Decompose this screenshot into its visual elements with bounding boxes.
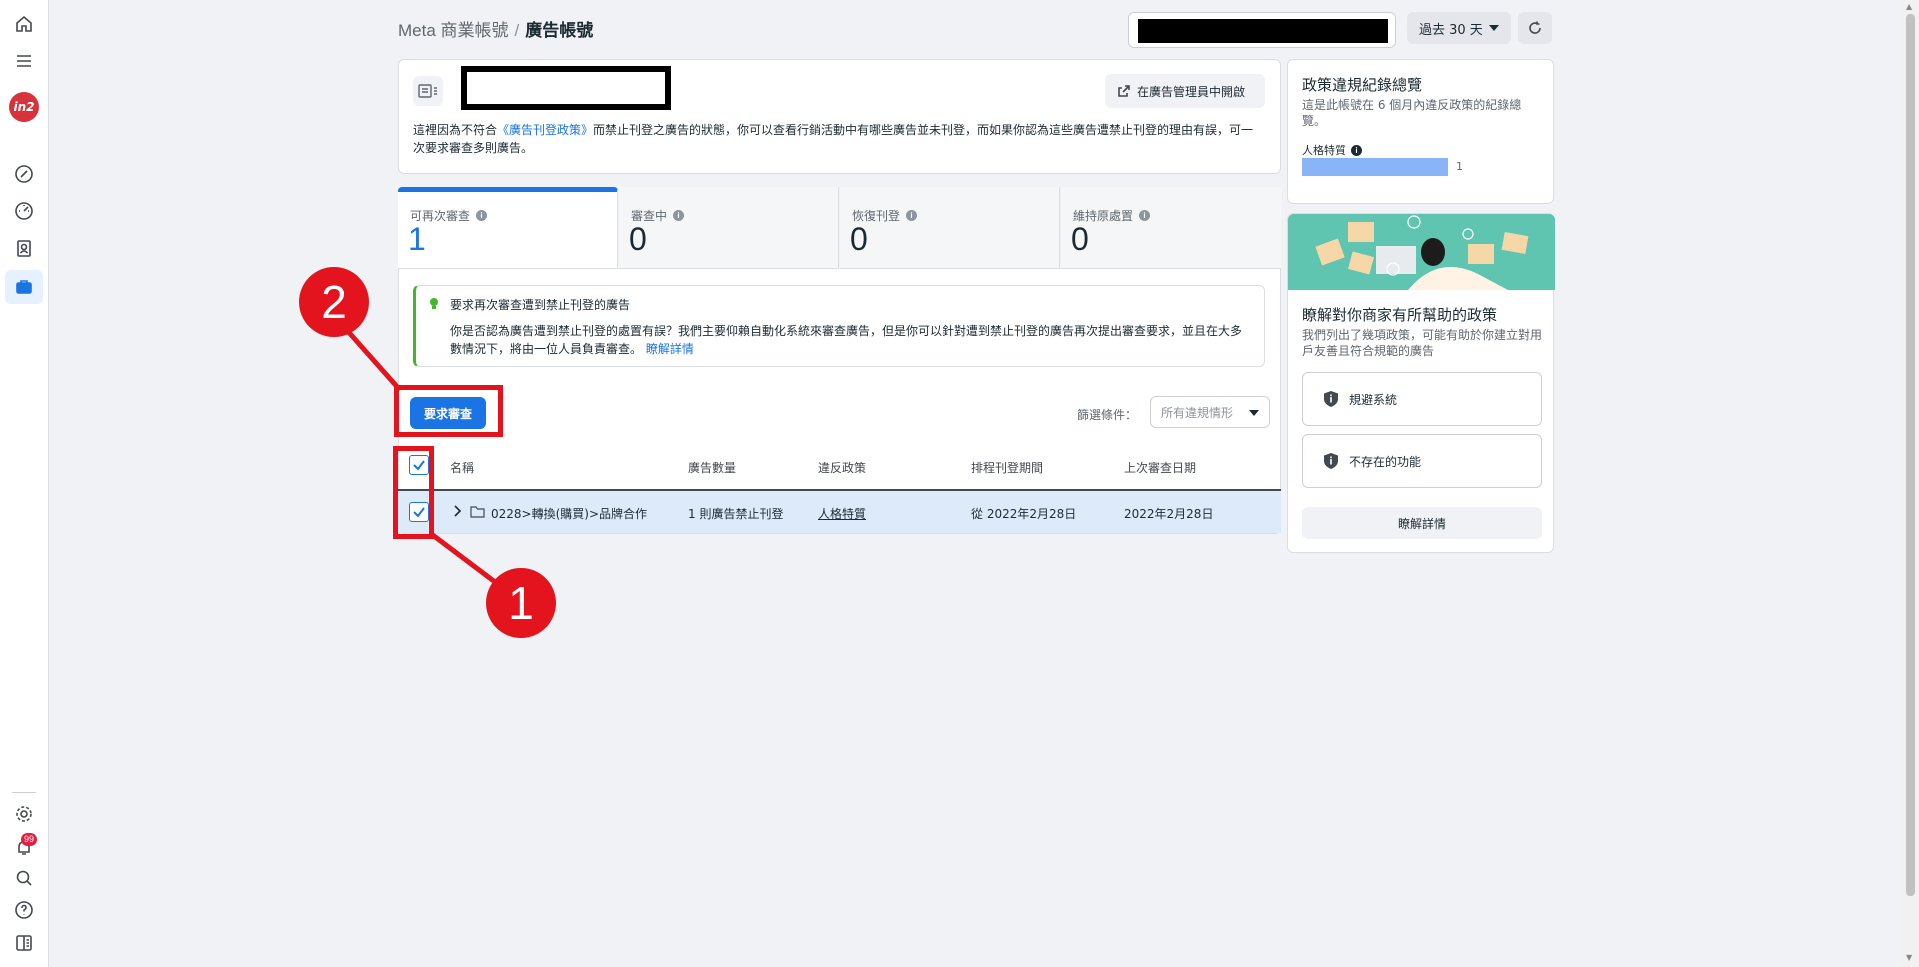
policies-desc: 我們列出了幾項政策，可能有助於你建立對用戶友善且符合規範的廣告 [1302, 328, 1543, 358]
violation-overview-desc: 這是此帳號在 6 個月內違反政策的紀錄總覽。 [1302, 98, 1522, 128]
dashboard-gauge-icon[interactable] [12, 199, 36, 223]
search-icon[interactable] [12, 866, 36, 890]
briefcase-icon[interactable] [12, 275, 36, 299]
menu-icon[interactable] [12, 49, 36, 73]
campaign-name[interactable]: 0228>轉換(購買)>品牌合作 [491, 505, 647, 522]
notice-body: 你是否認為廣告遭到禁止刊登的處置有誤？我們主要仰賴自動化系統來審查廣告，但是你可… [450, 322, 1250, 358]
policy-link[interactable]: 人格特質 [818, 505, 866, 522]
violation-filter-select[interactable]: 所有違規情形 [1150, 396, 1270, 428]
violation-bar-value: 1 [1456, 160, 1463, 173]
page-scrollbar[interactable]: ▲ ▼ [1902, 0, 1919, 967]
policies-learn-more-button[interactable]: 瞭解詳情 [1302, 507, 1542, 539]
panel-toggle-icon[interactable] [12, 931, 36, 955]
bar-label: 人格特質 i [1302, 142, 1362, 158]
annotation-step-2: 2 [299, 267, 369, 337]
tab-re-reviewable[interactable]: 可再次審查 i 1 [398, 187, 618, 269]
violation-bar [1302, 158, 1448, 176]
filter-selected: 所有違規情形 [1161, 405, 1234, 420]
ad-count-cell: 1 則廣告禁止刊登 [688, 507, 784, 521]
scroll-up-arrow-icon[interactable]: ▲ [1906, 2, 1912, 11]
schedule-cell: 從 2022年2月28日 [971, 507, 1077, 521]
breadcrumb: Meta 商業帳號 / 廣告帳號 [398, 16, 593, 41]
scroll-down-arrow-icon[interactable]: ▼ [1906, 953, 1912, 962]
account-selector[interactable] [1128, 12, 1396, 48]
left-nav-rail: in2 99 [0, 0, 49, 967]
policy-item-label: 規避系統 [1349, 392, 1398, 407]
scrollbar-thumb[interactable] [1906, 14, 1915, 896]
external-link-icon [1118, 85, 1130, 97]
page-title: 廣告帳號 [525, 21, 594, 40]
tab-in-review[interactable]: 審查中 i 0 [619, 187, 839, 269]
review-notice: 要求再次審查遭到禁止刊登的廣告 你是否認為廣告遭到禁止刊登的處置有誤？我們主要仰… [413, 285, 1265, 367]
tab-upheld[interactable]: 維持原處置 i 0 [1061, 187, 1281, 269]
notification-badge: 99 [21, 833, 38, 846]
settings-gear-icon[interactable] [12, 802, 36, 826]
refresh-button[interactable] [1518, 12, 1552, 44]
breadcrumb-separator: / [514, 21, 520, 40]
status-tabs: 可再次審查 i 1 審查中 i 0 恢復刊登 i 0 維持原處置 i 0 [398, 187, 1281, 269]
violation-overview-title: 政策違規紀錄總覽 [1302, 76, 1423, 94]
column-header-last-review[interactable]: 上次審查日期 [1124, 459, 1196, 476]
open-in-ads-manager-label: 在廣告管理員中開啟 [1137, 84, 1246, 99]
rail-divider [12, 792, 36, 793]
ad-account-icon [413, 76, 443, 106]
annotation-box-checkboxes [393, 446, 434, 539]
tab-count: 0 [850, 221, 868, 257]
annotation-box-request-review [394, 385, 503, 437]
policy-item-circumventing-systems[interactable]: 規避系統 [1302, 372, 1542, 426]
policies-title: 瞭解對你商家有所幫助的政策 [1302, 306, 1498, 324]
notice-body-text: 你是否認為廣告遭到禁止刊登的處置有誤？我們主要仰賴自動化系統來審查廣告，但是你可… [450, 324, 1243, 356]
column-header-policy[interactable]: 違反政策 [818, 459, 866, 476]
tab-restored[interactable]: 恢復刊登 i 0 [840, 187, 1060, 269]
shield-info-icon [1324, 453, 1338, 469]
column-header-ad-count[interactable]: 廣告數量 [688, 459, 736, 476]
info-icon: i [476, 210, 488, 221]
tab-count: 0 [1071, 221, 1089, 257]
last-review-cell: 2022年2月28日 [1124, 507, 1214, 521]
contacts-icon[interactable] [12, 236, 36, 260]
bar-label-text: 人格特質 [1302, 144, 1346, 157]
policy-item-nonexistent-functionality[interactable]: 不存在的功能 [1302, 434, 1542, 488]
info-icon: i [673, 210, 685, 221]
lightbulb-icon [430, 298, 438, 309]
column-header-schedule[interactable]: 排程刊登期間 [971, 459, 1043, 476]
ad-policy-link[interactable]: 《廣告刊登政策》 [497, 123, 593, 137]
shield-info-icon [1324, 391, 1338, 407]
date-range-label: 過去 30 天 [1419, 22, 1483, 38]
chevron-right-icon[interactable] [452, 504, 462, 518]
caret-down-icon [1249, 410, 1259, 416]
tab-count: 0 [629, 221, 647, 257]
refresh-icon [1529, 21, 1541, 34]
tab-count: 1 [408, 221, 426, 257]
breadcrumb-parent[interactable]: Meta 商業帳號 [398, 21, 509, 40]
info-icon: i [1139, 210, 1151, 221]
column-header-name[interactable]: 名稱 [450, 459, 474, 476]
filter-label: 篩選條件： [1077, 408, 1138, 422]
redacted-inner [467, 72, 665, 104]
open-in-ads-manager-button[interactable]: 在廣告管理員中開啟 [1105, 74, 1265, 108]
learn-more-link[interactable]: 瞭解詳情 [646, 342, 694, 356]
redacted-block [1138, 19, 1388, 43]
violation-overview-card: 政策違規紀錄總覽 這是此帳號在 6 個月內違反政策的紀錄總覽。 人格特質 i 1 [1287, 59, 1554, 204]
annotation-step-1: 1 [486, 568, 556, 638]
ad-account-card: 在廣告管理員中開啟 這裡因為不符合《廣告刊登政策》而禁止刊登之廣告的狀態，你可以… [398, 59, 1281, 174]
home-icon[interactable] [12, 12, 36, 36]
folder-icon [470, 506, 485, 518]
compass-icon[interactable] [12, 162, 36, 186]
policy-item-label: 不存在的功能 [1349, 454, 1422, 469]
date-range-dropdown[interactable]: 過去 30 天 [1407, 12, 1511, 44]
caret-down-icon [1489, 25, 1499, 31]
info-icon: i [906, 210, 918, 221]
help-icon[interactable] [12, 898, 36, 922]
policy-illustration [1288, 214, 1555, 290]
business-avatar[interactable]: in2 [9, 92, 39, 122]
account-description: 這裡因為不符合《廣告刊登政策》而禁止刊登之廣告的狀態，你可以查看行銷活動中有哪些… [413, 121, 1263, 157]
notice-title: 要求再次審查遭到禁止刊登的廣告 [450, 298, 631, 312]
policies-card: 瞭解對你商家有所幫助的政策 我們列出了幾項政策，可能有助於你建立對用戶友善且符合… [1287, 213, 1555, 553]
info-icon: i [1351, 144, 1362, 156]
desc-prefix: 這裡因為不符合 [413, 123, 498, 137]
